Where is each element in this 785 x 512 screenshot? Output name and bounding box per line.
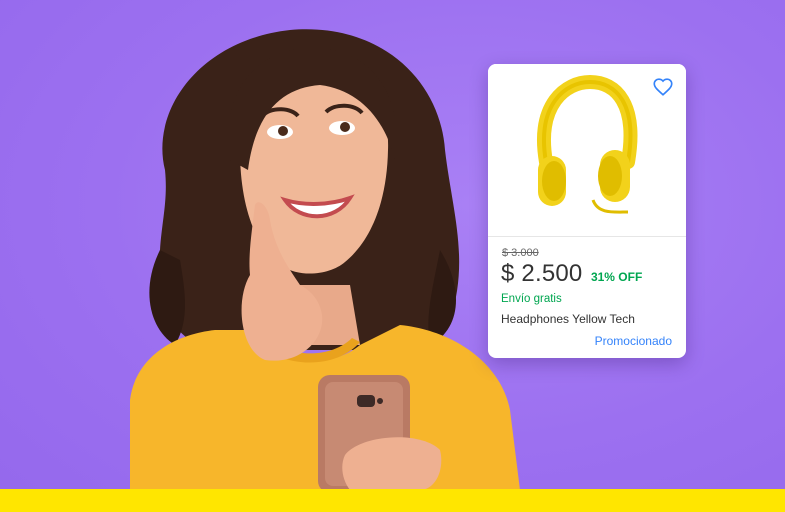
product-card[interactable]: $ 3.000 $ 2.500 31% OFF Envío gratis Hea… [488,64,686,358]
heart-icon[interactable] [652,76,674,98]
current-price: $ 2.500 [501,260,583,287]
price-row: $ 2.500 31% OFF [501,260,642,288]
promoted-link[interactable]: Promocionado [595,334,672,348]
original-price: $ 3.000 [502,247,539,259]
free-shipping-label: Envío gratis [501,293,562,305]
card-divider [488,236,686,237]
yellow-bottom-bar [0,489,785,512]
product-title[interactable]: Headphones Yellow Tech [501,312,635,326]
discount-badge: 31% OFF [590,270,643,284]
